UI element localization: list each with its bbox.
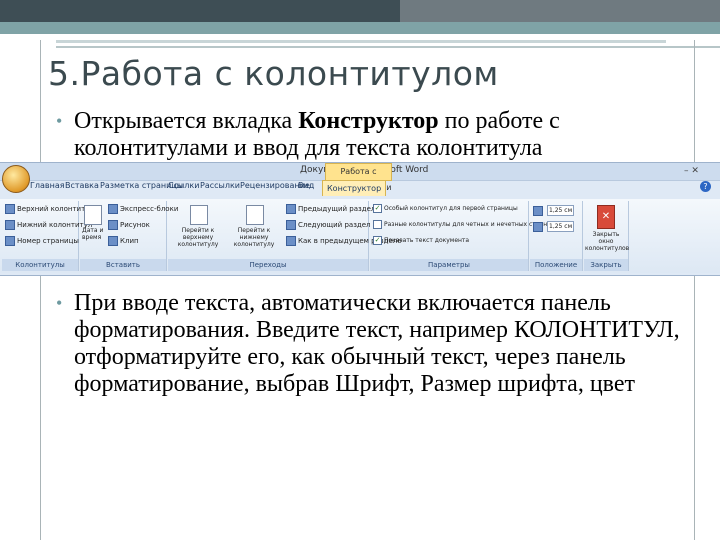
page-number-button[interactable]: Номер страницы [5, 236, 79, 246]
different-odd-even-checkbox[interactable]: Разные колонтитулы для четных и нечетных… [373, 220, 555, 229]
top-decor-stripe [0, 22, 720, 34]
tab-references[interactable]: Ссылки [168, 181, 199, 190]
header-position-stepper[interactable]: 1,25 см [533, 205, 574, 216]
tab-mailings[interactable]: Рассылки [200, 181, 240, 190]
goto-header-icon[interactable] [190, 205, 208, 225]
goto-header-label[interactable]: Перейти к верхнему колонтитулу [170, 227, 226, 248]
slide-title: 5.Работа с колонтитулом [48, 54, 499, 93]
different-first-page-checkbox[interactable]: ✓ Особый колонтитул для первой страницы [373, 204, 518, 213]
context-tab-header: Работа с колонтитулами [325, 163, 392, 192]
clip-art-button[interactable]: Клип [108, 236, 139, 246]
footer-position-value[interactable]: 1,25 см [547, 221, 574, 232]
goto-footer-label[interactable]: Перейти к нижнему колонтитулу [226, 227, 282, 248]
page-number-icon [5, 236, 15, 246]
group-navigation: Перейти к верхнему колонтитулу Перейти к… [168, 201, 402, 271]
close-header-footer-label[interactable]: Закрыть окно колонтитулов [585, 231, 629, 252]
footer-position-icon [533, 221, 543, 232]
group-headers-footers: Верхний колонтитул Нижний колонтитул Ном… [2, 201, 94, 271]
previous-section-label: Предыдущий раздел [298, 205, 376, 213]
checkbox-icon: ✓ [373, 204, 382, 213]
date-time-icon[interactable] [84, 205, 102, 225]
header-position-icon [533, 205, 543, 216]
previous-section-icon [286, 204, 296, 214]
next-section-icon [286, 220, 296, 230]
group-close: ✕ Закрыть окно колонтитулов Закрыть [584, 201, 629, 271]
footer-position-stepper[interactable]: 1,25 см [533, 221, 574, 232]
tab-view[interactable]: Вид [298, 181, 314, 190]
quick-parts-icon [108, 204, 118, 214]
word-ribbon-screenshot: Документ1 - Microsoft Word Работа с коло… [0, 162, 720, 276]
help-icon[interactable]: ? [700, 181, 711, 192]
group-label: Закрыть [584, 259, 628, 271]
window-controls-icon: – ✕ [684, 166, 699, 176]
tab-insert[interactable]: Вставка [65, 181, 99, 190]
previous-section-button[interactable]: Предыдущий раздел [286, 204, 375, 214]
close-header-footer-icon[interactable]: ✕ [597, 205, 615, 229]
clip-art-label: Клип [120, 237, 139, 245]
header-icon [5, 204, 15, 214]
group-label: Положение [530, 259, 582, 271]
right-frame-line [694, 40, 695, 540]
checkbox-icon: ✓ [373, 236, 382, 245]
group-label: Параметры [370, 259, 528, 271]
bullet-text: Открывается вкладка Конструктор по работ… [74, 108, 694, 162]
ribbon-titlebar: Документ1 - Microsoft Word Работа с коло… [0, 163, 720, 192]
page-number-label: Номер страницы [17, 237, 79, 245]
next-section-label: Следующий раздел [298, 221, 371, 229]
ribbon-body: Верхний колонтитул Нижний колонтитул Ном… [0, 199, 720, 273]
picture-button[interactable]: Рисунок [108, 220, 150, 230]
bullet-text-part: Открывается вкладка [74, 108, 299, 134]
date-time-label[interactable]: Дата и время [82, 227, 106, 241]
group-label: Вставить [80, 259, 166, 271]
goto-footer-icon[interactable] [246, 205, 264, 225]
top-decor-bar-right [400, 0, 720, 22]
group-options: ✓ Особый колонтитул для первой страницы Р… [370, 201, 555, 271]
top-decor-line [56, 40, 666, 43]
footer-icon [5, 220, 15, 230]
checkbox-icon [373, 220, 382, 229]
group-position: 1,25 см 1,25 см Положение [530, 201, 583, 271]
left-frame-line [40, 40, 41, 540]
show-document-text-label: Показать текст документа [384, 237, 470, 244]
tab-design[interactable]: Конструктор [322, 180, 387, 196]
bullet-text-bold: Конструктор [298, 108, 439, 134]
different-first-page-label: Особый колонтитул для первой страницы [384, 205, 518, 212]
office-button-icon[interactable] [2, 165, 30, 193]
group-label: Колонтитулы [2, 259, 78, 271]
clip-art-icon [108, 236, 118, 246]
show-document-text-checkbox[interactable]: ✓ Показать текст документа [373, 236, 469, 245]
header-position-value[interactable]: 1,25 см [547, 205, 574, 216]
picture-icon [108, 220, 118, 230]
picture-label: Рисунок [120, 221, 150, 229]
top-decor-line [56, 46, 720, 48]
next-section-button[interactable]: Следующий раздел [286, 220, 371, 230]
bullet-marker: • [56, 293, 63, 313]
bullet-marker: • [56, 111, 63, 131]
group-label: Переходы [168, 259, 368, 271]
group-insert: Дата и время Экспресс-блоки Рисунок Клип… [80, 201, 178, 271]
bullet-text: При вводе текста, автоматически включает… [74, 290, 680, 397]
link-icon [286, 236, 296, 246]
tab-home[interactable]: Главная [30, 181, 65, 190]
